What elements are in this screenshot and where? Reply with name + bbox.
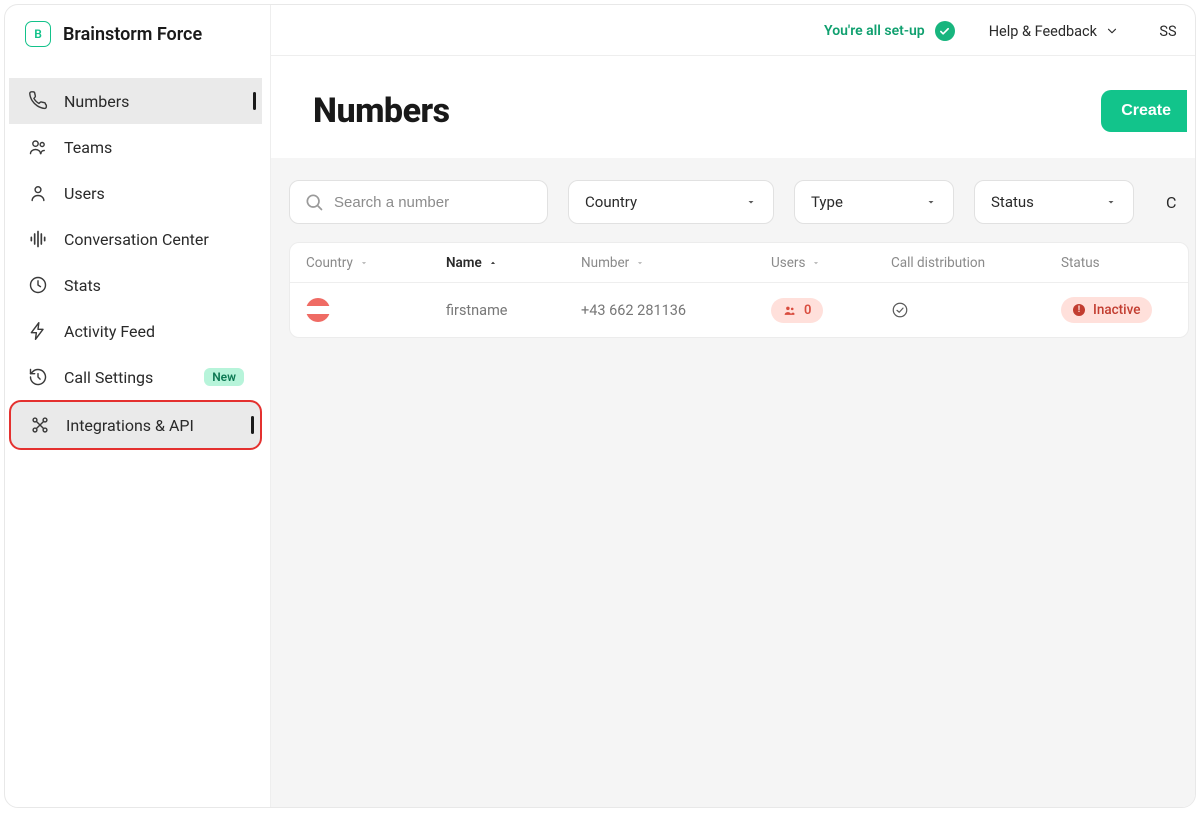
check-circle-icon bbox=[935, 21, 955, 41]
col-label: Name bbox=[446, 255, 482, 271]
col-users[interactable]: Users bbox=[771, 255, 891, 271]
sidebar-item-integrations-api[interactable]: Integrations & API bbox=[9, 400, 262, 450]
sidebar-item-activity-feed[interactable]: Activity Feed bbox=[9, 308, 262, 354]
col-name[interactable]: Name bbox=[446, 255, 581, 271]
sidebar-nav: Numbers Teams Users bbox=[5, 70, 270, 450]
clock-icon bbox=[27, 274, 49, 296]
caret-down-icon bbox=[925, 196, 937, 208]
col-country[interactable]: Country bbox=[306, 255, 446, 271]
caret-down-icon bbox=[811, 258, 821, 268]
col-call-distribution[interactable]: Call distribution bbox=[891, 255, 1061, 271]
sidebar-item-teams[interactable]: Teams bbox=[9, 124, 262, 170]
caret-down-icon bbox=[359, 258, 369, 268]
avatar[interactable]: SS bbox=[1153, 23, 1183, 40]
col-label: Users bbox=[771, 255, 805, 271]
caret-down-icon bbox=[1105, 196, 1117, 208]
cell-users: 0 bbox=[771, 298, 891, 323]
sidebar-item-label: Integrations & API bbox=[66, 416, 242, 435]
sidebar-item-stats[interactable]: Stats bbox=[9, 262, 262, 308]
help-label: Help & Feedback bbox=[989, 23, 1097, 40]
search-input[interactable] bbox=[334, 194, 533, 211]
filter-type-label: Type bbox=[811, 193, 843, 211]
users-icon bbox=[783, 304, 796, 317]
filters-row: Country Type Status bbox=[289, 180, 1189, 224]
page-header: Numbers Create bbox=[271, 56, 1195, 158]
cell-status: ! Inactive bbox=[1061, 297, 1189, 323]
sidebar-item-label: Call Settings bbox=[64, 368, 189, 387]
flag-austria-icon bbox=[306, 298, 330, 322]
main-content: You're all set-up Help & Feedback SS Num… bbox=[271, 5, 1195, 807]
setup-status[interactable]: You're all set-up bbox=[824, 21, 955, 41]
brand-name: Brainstorm Force bbox=[63, 24, 202, 45]
caret-up-icon bbox=[488, 258, 498, 268]
table-header: Country Name Number Users bbox=[290, 243, 1188, 283]
caret-down-icon bbox=[635, 258, 645, 268]
sidebar: B Brainstorm Force Numbers Teams bbox=[5, 5, 271, 807]
sidebar-item-numbers[interactable]: Numbers bbox=[9, 78, 262, 124]
col-status[interactable]: Status bbox=[1061, 255, 1189, 271]
users-group-icon bbox=[27, 136, 49, 158]
network-icon bbox=[29, 414, 51, 436]
sidebar-item-label: Numbers bbox=[64, 92, 244, 111]
users-pill: 0 bbox=[771, 298, 823, 323]
sidebar-item-label: Activity Feed bbox=[64, 322, 244, 341]
numbers-table: Country Name Number Users bbox=[289, 242, 1189, 338]
sidebar-item-call-settings[interactable]: Call Settings New bbox=[9, 354, 262, 400]
help-feedback-menu[interactable]: Help & Feedback bbox=[989, 23, 1119, 40]
brand-logo: B bbox=[25, 21, 51, 47]
waveform-icon bbox=[27, 228, 49, 250]
filter-type[interactable]: Type bbox=[794, 180, 954, 224]
sidebar-item-conversation-center[interactable]: Conversation Center bbox=[9, 216, 262, 262]
filter-extra-truncated[interactable]: C bbox=[1166, 193, 1176, 212]
sidebar-item-label: Teams bbox=[64, 138, 244, 157]
cell-number: +43 662 281136 bbox=[581, 302, 771, 319]
search-number-box[interactable] bbox=[289, 180, 548, 224]
sidebar-item-label: Conversation Center bbox=[64, 230, 244, 249]
filter-country[interactable]: Country bbox=[568, 180, 774, 224]
status-pill: ! Inactive bbox=[1061, 297, 1152, 323]
col-label: Call distribution bbox=[891, 255, 985, 271]
users-count: 0 bbox=[804, 303, 811, 318]
cell-country bbox=[306, 298, 446, 322]
table-row[interactable]: firstname +43 662 281136 0 bbox=[290, 283, 1188, 337]
sidebar-item-users[interactable]: Users bbox=[9, 170, 262, 216]
chevron-down-icon bbox=[1105, 24, 1119, 38]
brand[interactable]: B Brainstorm Force bbox=[5, 5, 270, 70]
status-text: Inactive bbox=[1093, 302, 1140, 318]
history-icon bbox=[27, 366, 49, 388]
search-icon bbox=[304, 192, 324, 212]
col-number[interactable]: Number bbox=[581, 255, 771, 271]
check-circle-outline-icon bbox=[891, 301, 1061, 319]
caret-down-icon bbox=[745, 196, 757, 208]
phone-icon bbox=[27, 90, 49, 112]
topbar: You're all set-up Help & Feedback SS bbox=[271, 5, 1195, 56]
filter-country-label: Country bbox=[585, 193, 637, 211]
alert-icon: ! bbox=[1073, 304, 1085, 316]
bolt-icon bbox=[27, 320, 49, 342]
col-label: Number bbox=[581, 255, 629, 271]
filter-status-label: Status bbox=[991, 193, 1034, 211]
create-button[interactable]: Create bbox=[1101, 90, 1187, 132]
sidebar-item-label: Stats bbox=[64, 276, 244, 295]
page-title: Numbers bbox=[313, 91, 450, 131]
cell-name: firstname bbox=[446, 302, 581, 319]
new-badge: New bbox=[204, 368, 244, 386]
content-area: Country Type Status bbox=[271, 158, 1195, 807]
sidebar-item-label: Users bbox=[64, 184, 244, 203]
col-label: Status bbox=[1061, 255, 1100, 271]
cell-call-distribution bbox=[891, 301, 1061, 319]
col-label: Country bbox=[306, 255, 353, 271]
user-icon bbox=[27, 182, 49, 204]
setup-status-text: You're all set-up bbox=[824, 23, 925, 39]
filter-status[interactable]: Status bbox=[974, 180, 1134, 224]
